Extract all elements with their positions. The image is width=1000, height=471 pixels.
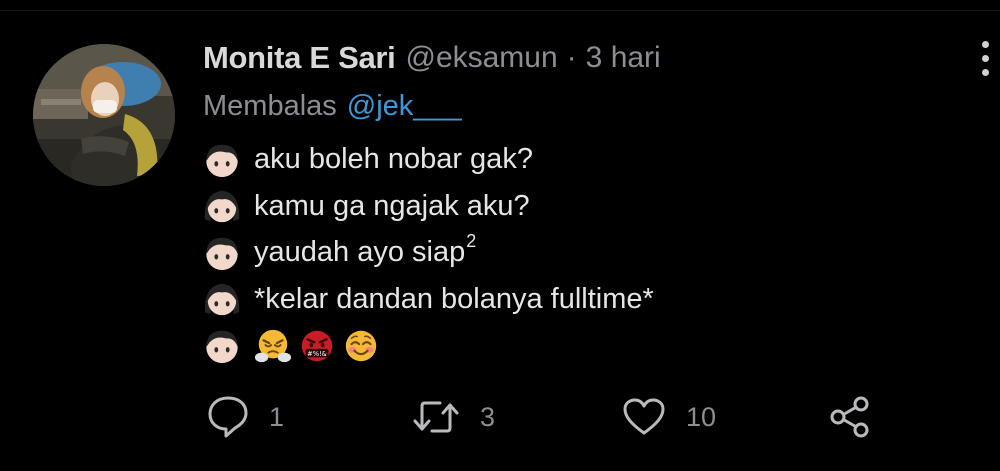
retweet-icon [413,401,459,433]
heart-icon [623,398,665,435]
tweet-line-text: aku boleh nobar gak? [254,143,533,175]
tweet-line: kamu ga ngajak aku? [203,184,654,229]
tweet-line-text: kamu ga ngajak aku? [254,189,530,222]
retweet-count: 3 [480,401,496,432]
smiling-face-with-blush-emoji [345,330,377,361]
avatar[interactable] [33,44,175,186]
boy-face-emoji [206,144,238,177]
share-button[interactable] [828,390,872,444]
tweet-line-superscript: 2 [466,231,477,251]
tweet-action-bar: 1 3 10 [0,390,1000,444]
tweet-line: yaudah ayo siap 2 [203,230,654,275]
reply-context: Membalas @jek___ [203,86,462,126]
more-vertical-icon[interactable] [970,38,1000,78]
retweet-button[interactable]: 3 [412,390,495,444]
svg-text:#%!&: #%!& [307,349,327,357]
tweet-text: aku boleh nobar gak? kamu ga ngajak aku?… [203,137,654,368]
like-count: 10 [686,401,717,432]
share-icon [830,396,869,438]
face-with-steam-from-nose-emoji [254,329,292,362]
reply-button[interactable]: 1 [207,390,284,444]
like-button[interactable]: 10 [622,390,716,444]
girl-face-emoji [204,283,240,316]
top-divider [0,10,1000,11]
tweet-line: aku boleh nobar gak? [203,137,654,182]
avatar-photo [33,44,175,186]
reply-label: Membalas [203,89,337,122]
tweet-line: #%!& [203,323,654,368]
header-separator: · [566,41,577,74]
boy-face-emoji [206,330,238,363]
reply-icon [208,396,248,438]
boy-face-emoji [206,237,238,270]
tweet-timestamp[interactable]: 3 hari [586,41,661,75]
tweet-line-text: *kelar dandan bolanya fulltime* [254,282,654,315]
tweet-line: *kelar dandan bolanya fulltime* [203,277,654,322]
face-with-symbols-on-mouth-emoji: #%!& [301,330,333,361]
girl-face-emoji [204,190,240,223]
tweet-header: Monita E Sari @eksamun · 3 hari [203,38,661,78]
author-name[interactable]: Monita E Sari [203,40,396,76]
reply-count: 1 [269,401,285,432]
reply-to-link[interactable]: @jek___ [347,90,462,123]
tweet-line-text: yaudah ayo siap [254,236,466,268]
author-handle[interactable]: @eksamun [405,41,557,75]
